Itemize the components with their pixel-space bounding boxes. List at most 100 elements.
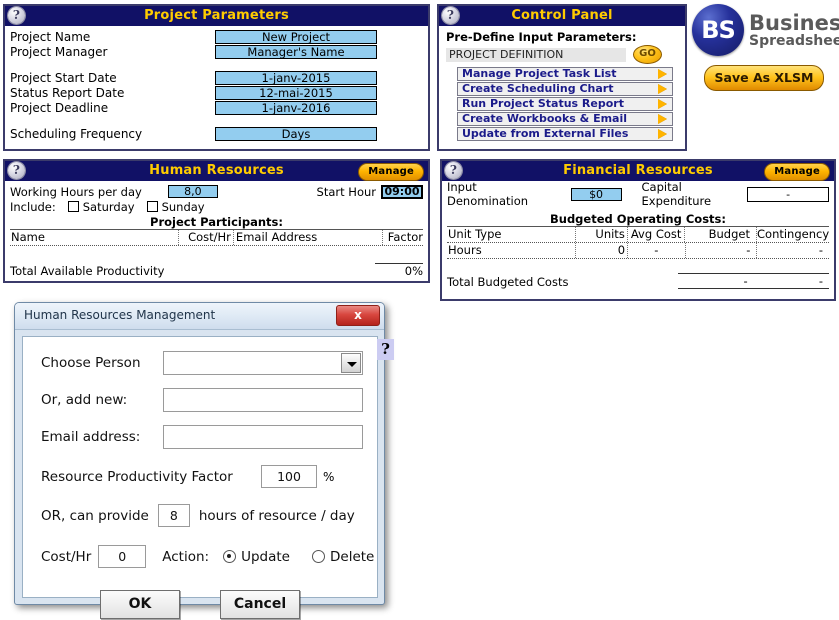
productivity-input[interactable]: 100 — [261, 465, 317, 488]
play-arrow-icon — [658, 129, 667, 139]
denomination-label: Input Denomination — [447, 180, 529, 208]
row-project-name: Project Name New Project — [10, 29, 423, 44]
row-status-report-date: Status Report Date 12-mai-2015 — [10, 85, 423, 100]
input-project-manager[interactable]: Manager's Name — [215, 44, 377, 59]
action-label: Run Project Status Report — [462, 97, 624, 110]
action-run-project-status-report[interactable]: Run Project Status Report — [457, 97, 673, 111]
human-resources-management-dialog: Human Resources Management x ? Choose Pe… — [14, 302, 394, 619]
cell-units: 0 — [576, 243, 629, 258]
add-new-row: Or, add new: — [41, 388, 377, 412]
label-project-name: Project Name — [10, 29, 91, 44]
dialog-titlebar: Human Resources Management x — [15, 303, 384, 330]
cancel-button[interactable]: Cancel — [220, 590, 300, 619]
radio-delete[interactable]: Delete — [312, 549, 374, 565]
saturday-checkbox[interactable] — [67, 201, 79, 212]
action-create-scheduling-chart[interactable]: Create Scheduling Chart — [457, 82, 673, 96]
working-hours-row: Working Hours per day 8,0 Start Hour 09:… — [10, 184, 423, 199]
input-scheduling-frequency[interactable]: Days — [215, 126, 377, 141]
label-scheduling-frequency: Scheduling Frequency — [10, 126, 143, 141]
project-parameters-panel: ? Project Parameters Project Name New Pr… — [3, 4, 430, 151]
go-button[interactable]: GO — [633, 45, 662, 64]
label-project-manager: Project Manager — [10, 44, 108, 59]
radio-update[interactable]: Update — [223, 549, 290, 565]
ok-button[interactable]: OK — [100, 590, 180, 619]
total-budgeted-costs-label: Total Budgeted Costs — [447, 275, 569, 289]
save-as-xlsm-button[interactable]: Save As XLSM — [704, 65, 824, 91]
radio-update-icon[interactable] — [223, 550, 237, 563]
input-project-start-date[interactable]: 1-janv-2015 — [215, 70, 377, 85]
denomination-row: Input Denomination $0 Capital Expenditur… — [447, 180, 829, 208]
question-mark-icon[interactable]: ? — [8, 162, 25, 179]
predefine-label: Pre-Define Input Parameters: — [446, 30, 637, 44]
or-provide-row: OR, can provide 8 hours of resource / da… — [41, 504, 377, 527]
column-header-cost: Cost/Hr — [179, 230, 234, 245]
chevron-down-icon[interactable] — [341, 353, 361, 373]
budget-table-header: Unit Type Units Avg Cost Budget Continge… — [447, 226, 829, 243]
total-productivity-row: Total Available Productivity 0% — [10, 263, 423, 278]
human-resources-panel: ? Human Resources Manage Working Hours p… — [3, 159, 430, 283]
input-project-name[interactable]: New Project — [215, 29, 377, 44]
email-label: Email address: — [41, 429, 141, 445]
business-spreadsheets-logo-icon: BS — [692, 4, 744, 56]
action-update-from-external-files[interactable]: Update from External Files — [457, 127, 673, 141]
panel-title: Financial Resources — [563, 163, 713, 178]
column-header-contingency: Contingency — [757, 227, 830, 241]
brand-name: Business Spreadsheets — [749, 12, 839, 49]
label-project-deadline: Project Deadline — [10, 100, 109, 115]
help-question-icon[interactable]: ? — [377, 339, 394, 360]
app-root: ? Project Parameters Project Name New Pr… — [0, 0, 839, 620]
choose-person-select[interactable] — [163, 351, 363, 375]
question-mark-icon[interactable]: ? — [8, 7, 25, 24]
table-row: Hours 0 - - - — [447, 243, 829, 259]
predefine-select[interactable]: PROJECT DEFINITION — [446, 47, 626, 62]
action-create-workbooks-email[interactable]: Create Workbooks & Email — [457, 112, 673, 126]
email-input[interactable] — [163, 425, 363, 449]
close-icon[interactable]: x — [336, 305, 380, 326]
column-header-name: Name — [10, 230, 180, 245]
panel-title: Control Panel — [511, 8, 613, 23]
question-mark-icon[interactable]: ? — [445, 162, 462, 179]
start-hour-input[interactable]: 09:00 — [381, 184, 423, 199]
denomination-input[interactable]: $0 — [570, 187, 622, 201]
play-arrow-icon — [658, 69, 667, 79]
row-project-start-date: Project Start Date 1-janv-2015 — [10, 70, 423, 85]
working-hours-label: Working Hours per day — [10, 184, 142, 199]
or-provide-label: OR, can provide — [41, 507, 149, 524]
sunday-checkbox[interactable] — [146, 201, 158, 212]
brand-block: BS Business Spreadsheets Save As XLSM — [692, 4, 839, 104]
cell-avg-cost: - — [628, 243, 686, 258]
project-parameters-header: ? Project Parameters — [5, 6, 428, 26]
cell-contingency: - — [818, 243, 823, 257]
working-hours-input[interactable]: 8,0 — [167, 185, 218, 198]
capital-expenditure-value[interactable]: - — [747, 186, 829, 202]
sunday-label: Sunday — [161, 199, 205, 214]
fr-manage-button[interactable]: Manage — [764, 163, 830, 181]
total-productivity-value: 0% — [375, 263, 423, 278]
hours-per-day-input[interactable]: 8 — [157, 504, 190, 527]
add-new-input[interactable] — [163, 388, 363, 412]
radio-delete-icon[interactable] — [312, 550, 325, 563]
hr-manage-button[interactable]: Manage — [358, 163, 424, 181]
saturday-label: Saturday — [82, 199, 135, 214]
or-provide-suffix: hours of resource / day — [198, 507, 355, 524]
brand-name-line2: Spreadsheets — [749, 32, 839, 49]
column-header-avg-cost: Avg Cost — [628, 227, 686, 242]
include-label: Include: — [10, 199, 56, 214]
column-header-unit-type: Unit Type — [447, 227, 577, 242]
input-status-report-date[interactable]: 12-mai-2015 — [215, 85, 377, 100]
question-mark-icon[interactable]: ? — [442, 7, 459, 24]
cost-input[interactable]: 0 — [98, 545, 147, 568]
logo-monogram: BS — [701, 16, 736, 44]
panel-title: Project Parameters — [144, 8, 289, 23]
human-resources-body: Working Hours per day 8,0 Start Hour 09:… — [5, 181, 428, 282]
input-project-deadline[interactable]: 1-janv-2016 — [215, 100, 377, 115]
label-project-start-date: Project Start Date — [10, 70, 117, 85]
action-manage-project-task-list[interactable]: Manage Project Task List — [457, 67, 673, 81]
budgeted-costs-caption: Budgeted Operating Costs: — [550, 212, 726, 226]
dialog-title: Human Resources Management — [24, 308, 216, 322]
choose-person-label: Choose Person — [41, 355, 141, 371]
productivity-row: Resource Productivity Factor 100 % — [41, 465, 377, 488]
control-panel-header: ? Control Panel — [439, 6, 685, 26]
